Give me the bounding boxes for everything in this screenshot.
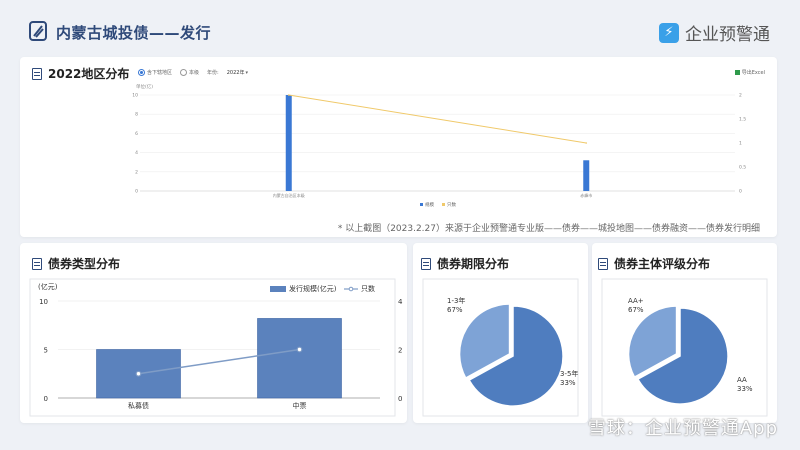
lightning-icon: ⚡ [659,22,679,43]
bond-type-panel: 债券类型分布 (亿元) 0 5 10 0 2 4 私募债 中票 发行规模(亿元) 只数 [20,243,407,423]
page-title: 内蒙古城投债——发行 [56,24,212,42]
x-tick-label: 赤峰市 [580,192,592,198]
y2-tick-label: 2 [398,347,402,355]
legend-bar-label: 发行规模(亿元) [289,284,337,293]
document-icon [421,257,431,270]
y-tick-label: 10 [132,93,138,99]
document-icon [32,67,42,80]
watermark: 雪球：企业预警通App [587,418,778,439]
bar [583,160,590,191]
y-tick-label: 5 [44,347,48,355]
radio-selected-icon [138,69,145,76]
year-select-value: 2022年 [226,70,245,76]
slice-percent: 67% [447,306,463,314]
export-excel-label: 导出Excel [741,70,765,76]
y-axis-label: (亿元) [38,282,58,291]
slice-label: AA [737,376,747,384]
document-icon [598,257,608,270]
excel-icon [734,70,740,75]
y2-tick-label: 1 [739,141,742,147]
y-tick-label: 4 [135,150,138,156]
line-point [135,370,142,377]
slice-label: 3-5年 [560,369,578,378]
bar [257,318,342,399]
legend-line-label: 只数 [447,201,456,208]
line-point [287,94,290,96]
bond-type-title-text: 债券类型分布 [48,257,121,271]
slice-percent: 33% [560,379,576,387]
region-chart: 单位(亿) 0 2 4 6 8 10 0 0.5 1 1.5 2 内蒙古自治区本级 赤峰市规模 只数 [132,83,746,208]
bond-term-chart: 1-3年67% 3-5年33% [422,278,579,417]
legend-line-swatch [442,203,445,206]
y-tick-label: 6 [135,131,138,137]
y-axis-label: 单位(亿) [136,83,153,90]
source-note: * 以上截图（2023.2.27）来源于企业预警通专业版——债券——城投地图——… [337,224,760,234]
y-tick-label: 0 [135,189,138,195]
legend-bar-label: 规模 [425,201,434,208]
bond-term-title-text: 债券期限分布 [437,257,510,271]
app-logo-icon [29,21,47,41]
region-filters: 含下辖地区 本级 年份: 2022年 ▾ [138,69,248,76]
brand-name: 企业预警通 [685,25,770,45]
region-panel: 2022地区分布 含下辖地区 本级 年份: 2022年 ▾ 导出Excel 单位… [20,57,777,237]
legend-bar-swatch [270,286,286,292]
year-label: 年份: [207,70,219,76]
y2-tick-label: 0 [398,395,402,403]
bond-rating-title-text: 债券主体评级分布 [614,257,711,271]
slice-label: AA+ [628,297,644,305]
x-tick-label: 中票 [293,401,307,410]
slice-label: 1-3年 [447,296,465,305]
y-tick-label: 2 [135,169,138,175]
brand: ⚡ 企业预警通 [659,20,770,45]
slice-percent: 33% [737,385,753,393]
slice-percent: 67% [628,306,644,314]
bond-term-title: 债券期限分布 [421,255,509,272]
export-excel-button[interactable]: 导出Excel [734,69,765,76]
y-tick-label: 10 [39,298,48,306]
radio-include-sub-label: 含下辖地区 [147,70,173,76]
legend-line-label: 只数 [361,284,375,293]
y2-tick-label: 0.5 [739,165,746,171]
bar [285,95,292,191]
y-tick-label: 0 [44,395,48,403]
header: 内蒙古城投债——发行 ⚡ 企业预警通 [0,0,800,58]
legend-bar-swatch [420,203,423,206]
document-icon [32,257,42,270]
y-tick-label: 8 [135,112,138,118]
y2-tick-label: 2 [739,93,742,99]
bond-type-chart: (亿元) 0 5 10 0 2 4 私募债 中票 发行规模(亿元) 只数 [29,278,403,417]
bond-rating-chart: AA+67% AA33% [601,278,768,417]
radio-include-sub[interactable]: 含下辖地区 [138,69,172,76]
y2-tick-label: 1.5 [739,117,746,123]
line-point [296,346,303,353]
bond-rating-title: 债券主体评级分布 [598,255,710,272]
series-line [288,94,587,144]
x-tick-label: 内蒙古自治区本级 [273,192,305,198]
bond-term-panel: 债券期限分布 1-3年 67% 3-5年 33% [413,243,588,423]
radio-empty-icon [180,69,188,76]
bond-type-title: 债券类型分布 [32,255,120,272]
bond-rating-panel: 债券主体评级分布 AA+ 67% AA 33% [592,243,777,423]
year-select[interactable]: 2022年 ▾ [226,69,248,77]
chevron-down-icon: ▾ [245,69,248,76]
y2-tick-label: 4 [398,298,403,306]
legend-line-marker [348,286,354,292]
line-point [585,142,588,144]
radio-own-level-label: 本级 [189,70,200,76]
y2-tick-label: 0 [739,189,742,195]
radio-own-level[interactable]: 本级 [180,69,199,76]
x-tick-label: 私募债 [128,401,149,410]
